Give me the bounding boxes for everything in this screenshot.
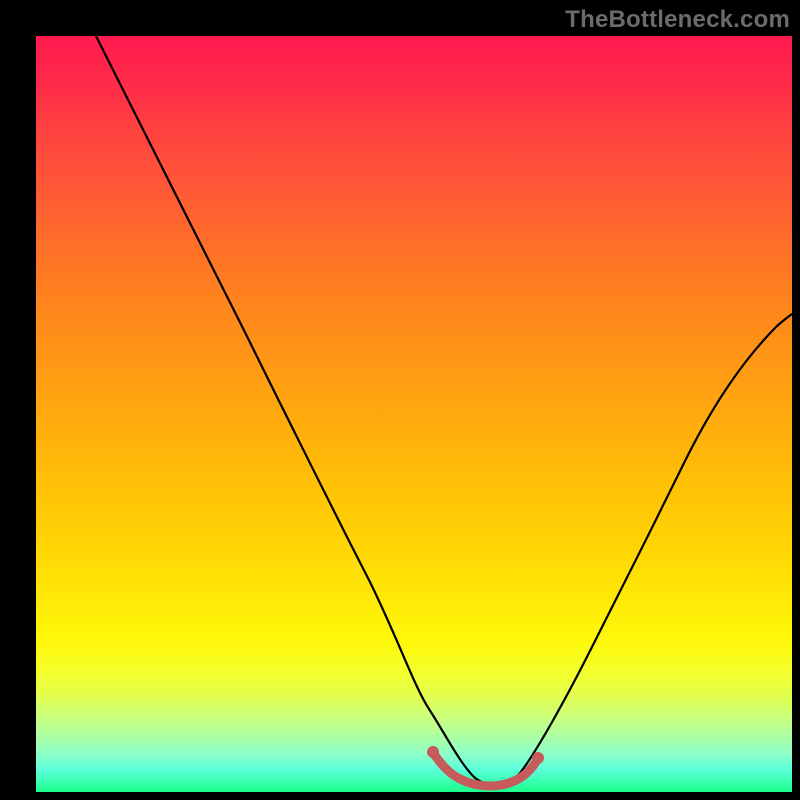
plot-area — [36, 36, 792, 792]
optimal-zone-endpoint-right — [532, 752, 544, 764]
curve-layer — [36, 36, 792, 792]
optimal-zone-endpoint-left — [427, 746, 439, 758]
bottleneck-chart: TheBottleneck.com — [0, 0, 800, 800]
bottleneck-curve-line — [96, 36, 792, 785]
watermark-text: TheBottleneck.com — [565, 6, 790, 34]
